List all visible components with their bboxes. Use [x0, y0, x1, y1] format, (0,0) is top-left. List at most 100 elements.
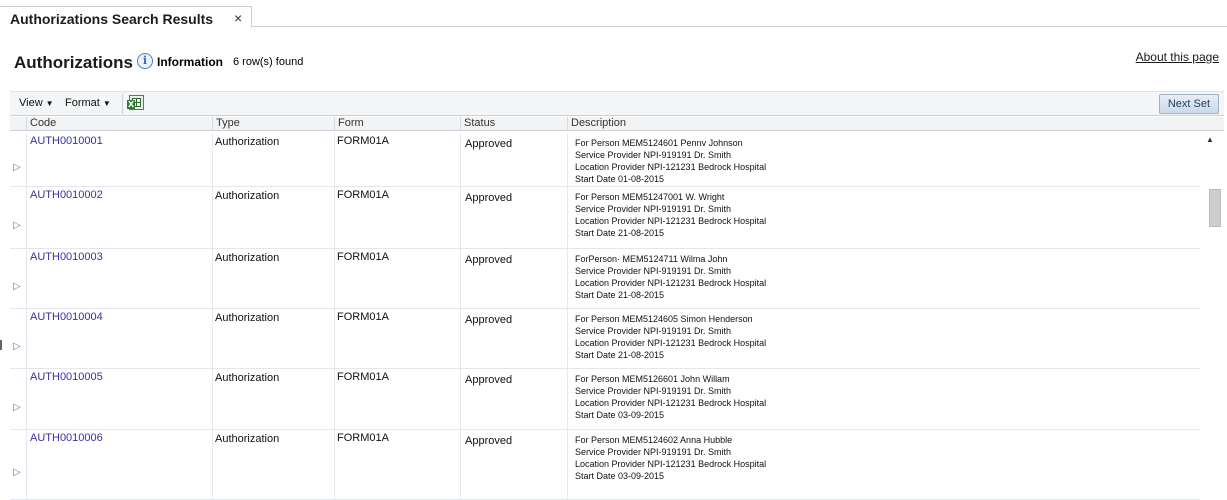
column-header-code[interactable]: Code: [26, 117, 212, 131]
close-icon[interactable]: ×: [234, 10, 242, 26]
status-cell: Approved: [465, 192, 513, 204]
view-menu[interactable]: View ▼: [19, 97, 54, 109]
cell-divider: [460, 369, 461, 429]
expand-row-icon[interactable]: ▷: [13, 467, 23, 479]
description-line: ForPerson· MEM5124711 Wilma John: [575, 254, 728, 264]
table-row[interactable]: ▷ AUTH0010004 Authorization FORM01A Approved…: [10, 309, 1200, 369]
description-line: For Person MEM5126601 John Willam: [575, 374, 730, 384]
status-cell: Approved: [465, 138, 513, 150]
authorization-code-link[interactable]: AUTH0010002: [30, 189, 103, 201]
about-this-page-link[interactable]: About this page: [1136, 50, 1219, 64]
description-cell: For Person MEM5126601 John Willam Service…: [575, 373, 766, 421]
cell-divider: [334, 249, 335, 308]
table-header: Code Type Form Status Description: [10, 117, 1224, 131]
chevron-down-icon: ▼: [102, 99, 111, 108]
results-table: Code Type Form Status Description ▷ AUTH0…: [10, 117, 1224, 500]
page-title: Authorizations: [14, 53, 133, 72]
form-cell: FORM01A: [337, 432, 389, 444]
type-cell: Authorization: [215, 433, 280, 445]
chevron-down-icon: ▼: [45, 99, 54, 108]
authorization-code-link[interactable]: AUTH0010006: [30, 432, 103, 444]
cell-divider: [26, 369, 27, 429]
expand-row-icon[interactable]: ▷: [13, 402, 23, 414]
info-icon: i: [137, 53, 153, 69]
form-cell: FORM01A: [337, 371, 389, 383]
cell-divider: [212, 249, 213, 308]
description-line: Service Provider NPI-919191 Dr. Smith: [575, 326, 732, 336]
cell-divider: [460, 187, 461, 248]
authorization-code-link[interactable]: AUTH0010003: [30, 251, 103, 263]
type-cell: Authorization: [215, 372, 280, 384]
column-header-status[interactable]: Status: [460, 117, 567, 131]
cell-divider: [567, 187, 568, 248]
splitter-handle[interactable]: [0, 340, 2, 350]
table-row[interactable]: ▷ AUTH0010005 Authorization FORM01A Approved…: [10, 369, 1200, 430]
table-row[interactable]: ▷ AUTH0010002 Authorization FORM01A Approved…: [10, 187, 1200, 249]
table-row[interactable]: ▷ AUTH0010001 Authorization FORM01A Approved…: [10, 133, 1200, 187]
cell-divider: [334, 187, 335, 248]
expand-row-icon[interactable]: ▷: [13, 281, 23, 293]
description-line: Start Date 03-09-2015: [575, 410, 665, 420]
scroll-up-arrow-icon[interactable]: ▲: [1206, 135, 1214, 144]
status-cell: Approved: [465, 254, 513, 266]
cell-divider: [334, 309, 335, 368]
column-header-description[interactable]: Description: [567, 117, 1224, 131]
description-cell: For Person MEM5124605 Simon Henderson Ser…: [575, 313, 766, 361]
status-cell: Approved: [465, 374, 513, 386]
description-line: Location Provider NPI-121231 Bedrock Hos…: [575, 278, 767, 288]
description-cell: For Person MEM5124601 Pennv Johnson Servi…: [575, 137, 766, 185]
format-menu[interactable]: Format ▼: [65, 97, 111, 109]
cell-divider: [212, 430, 213, 499]
cell-divider: [26, 133, 27, 186]
expand-row-icon[interactable]: ▷: [13, 162, 23, 174]
description-cell: For Person MEM51247001 W. Wright Service …: [575, 191, 766, 239]
form-cell: FORM01A: [337, 135, 389, 147]
description-line: Service Provider NPI-919191 Dr. Smith: [575, 266, 732, 276]
description-line: Start Date 21-08-2015: [575, 350, 665, 360]
cell-divider: [26, 309, 27, 368]
table-toolbar: View▼ Format▼ Next Set: [10, 91, 1224, 116]
description-line: For Person MEM5124601 Pennv Johnson: [575, 138, 743, 148]
cell-divider: [212, 187, 213, 248]
scrollbar-thumb[interactable]: [1209, 189, 1221, 227]
authorization-code-link[interactable]: AUTH0010001: [30, 135, 103, 147]
column-header-form[interactable]: Form: [334, 117, 460, 131]
description-line: Start Date 21-08-2015: [575, 290, 665, 300]
description-line: Service Provider NPI-919191 Dr. Smith: [575, 386, 732, 396]
authorization-code-link[interactable]: AUTH0010005: [30, 371, 103, 383]
cell-divider: [334, 430, 335, 499]
cell-divider: [212, 309, 213, 368]
table-row[interactable]: ▷ AUTH0010003 Authorization FORM01A Approved…: [10, 249, 1200, 309]
toolbar-divider: [122, 94, 123, 114]
form-cell: FORM01A: [337, 189, 389, 201]
cell-divider: [334, 369, 335, 429]
cell-divider: [26, 187, 27, 248]
status-cell: Approved: [465, 435, 513, 447]
vertical-scrollbar[interactable]: ▲: [1200, 135, 1227, 500]
form-cell: FORM01A: [337, 251, 389, 263]
cell-divider: [567, 133, 568, 186]
tab-authorizations-search-results[interactable]: Authorizations Search Results ×: [0, 6, 252, 28]
description-line: For Person MEM5124602 Anna Hubble: [575, 435, 733, 445]
authorization-code-link[interactable]: AUTH0010004: [30, 311, 103, 323]
column-header-type[interactable]: Type: [212, 117, 334, 131]
export-to-excel-icon[interactable]: [127, 95, 144, 110]
cell-divider: [26, 430, 27, 499]
type-cell: Authorization: [215, 190, 280, 202]
cell-divider: [567, 309, 568, 368]
next-set-button[interactable]: Next Set: [1158, 94, 1219, 114]
description-line: Start Date 03-09-2015: [575, 471, 665, 481]
type-cell: Authorization: [215, 252, 280, 264]
type-cell: Authorization: [215, 312, 280, 324]
description-line: Location Provider NPI-121231 Bedrock Hos…: [575, 338, 767, 348]
description-line: For Person MEM5124605 Simon Henderson: [575, 314, 753, 324]
expand-row-icon[interactable]: ▷: [13, 341, 23, 353]
table-row[interactable]: ▷ AUTH0010006 Authorization FORM01A Approved…: [10, 430, 1200, 500]
cell-divider: [567, 430, 568, 499]
cell-divider: [460, 430, 461, 499]
expand-row-icon[interactable]: ▷: [13, 220, 23, 232]
description-line: Service Provider NPI-919191 Dr. Smith: [575, 447, 732, 457]
view-menu-label: View: [19, 97, 43, 109]
cell-divider: [212, 369, 213, 429]
status-cell: Approved: [465, 314, 513, 326]
